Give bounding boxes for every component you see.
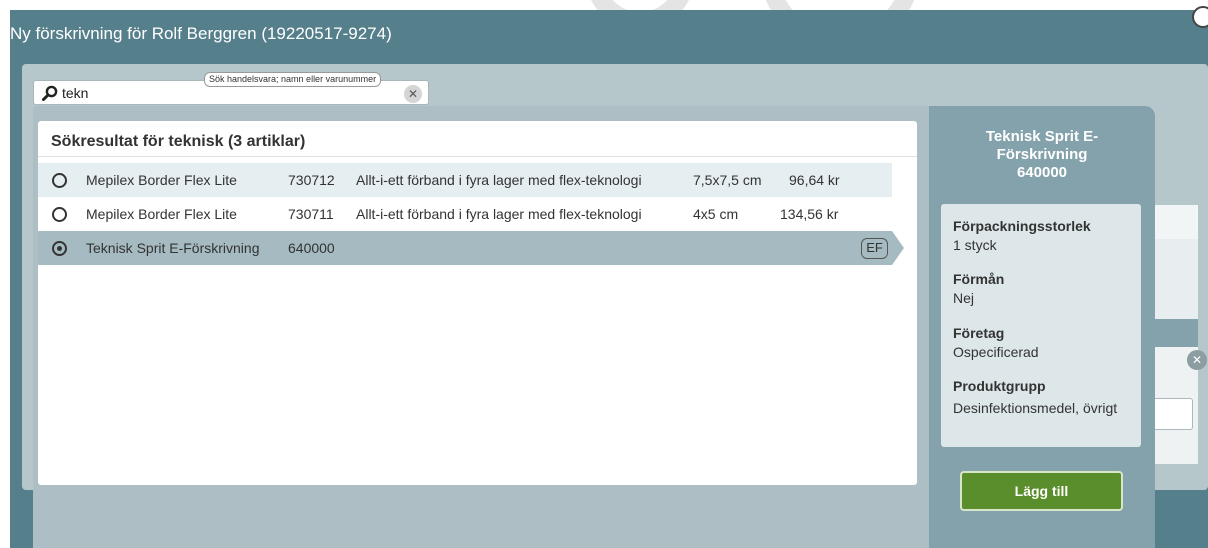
group-label: Produktgrupp (953, 378, 1046, 394)
detail-title-line: Förskrivning (996, 146, 1088, 163)
row-name: Mepilex Border Flex Lite (86, 172, 237, 188)
company-value: Ospecificerad (953, 344, 1039, 360)
row-description: Allt-i-ett förband i fyra lager med flex… (356, 206, 642, 222)
results-list: Sökresultat för teknisk (3 artiklar) Mep… (38, 121, 917, 485)
row-number: 730711 (288, 206, 334, 222)
clear-icon[interactable]: ✕ (404, 85, 422, 103)
benefit-label: Förmån (953, 271, 1005, 287)
row-size: 4x5 cm (693, 206, 739, 222)
result-row-selected[interactable]: Teknisk Sprit E-Förskrivning 640000 EF (38, 231, 904, 265)
row-size: 7,5x7,5 cm (693, 172, 762, 188)
background-form-fragment (1155, 205, 1198, 239)
packaging-label: Förpackningsstorlek (953, 218, 1091, 234)
ef-badge: EF (861, 238, 888, 259)
result-row[interactable]: Mepilex Border Flex Lite 730712 Allt-i-e… (38, 163, 892, 197)
benefit-value: Nej (953, 290, 975, 306)
detail-title-line: Teknisk Sprit E- (985, 128, 1099, 145)
search-tooltip: Sök handelsvara; namn eller varunummer (204, 72, 382, 87)
remove-icon[interactable]: ✕ (1187, 350, 1207, 370)
row-name: Mepilex Border Flex Lite (86, 206, 237, 222)
search-value: tekn (62, 85, 89, 101)
add-button[interactable]: Lägg till (960, 471, 1123, 511)
detail-title: Teknisk Sprit E- Förskrivning 640000 (929, 128, 1155, 182)
company-label: Företag (953, 325, 1005, 341)
background-form-fragment (1155, 239, 1198, 319)
result-row[interactable]: Mepilex Border Flex Lite 730711 Allt-i-e… (38, 197, 892, 231)
detail-card: Förpackningsstorlek 1 styck Förmån Nej F… (941, 204, 1141, 447)
detail-panel: Teknisk Sprit E- Förskrivning 640000 För… (929, 106, 1155, 548)
search-icon (42, 85, 58, 101)
radio-button[interactable] (52, 241, 67, 256)
packaging-value: 1 styck (953, 237, 997, 253)
group-value: Desinfektionsmedel, övrigt (953, 400, 1118, 416)
selection-arrow (892, 231, 904, 265)
row-number: 640000 (288, 240, 335, 256)
radio-button[interactable] (52, 173, 67, 188)
row-price: 96,64 kr (789, 172, 840, 188)
row-description: Allt-i-ett förband i fyra lager med flex… (356, 172, 642, 188)
detail-title-line: 640000 (1016, 164, 1068, 181)
row-name: Teknisk Sprit E-Förskrivning (86, 240, 260, 256)
divider (38, 156, 917, 157)
close-icon[interactable] (1192, 6, 1208, 28)
row-number: 730712 (288, 172, 335, 188)
modal-title: Ny förskrivning för Rolf Berggren (19220… (10, 24, 392, 43)
radio-button[interactable] (52, 207, 67, 222)
row-price: 134,56 kr (780, 206, 839, 222)
background-form-fragment (1155, 319, 1198, 347)
results-header: Sökresultat för teknisk (3 artiklar) (51, 133, 306, 150)
